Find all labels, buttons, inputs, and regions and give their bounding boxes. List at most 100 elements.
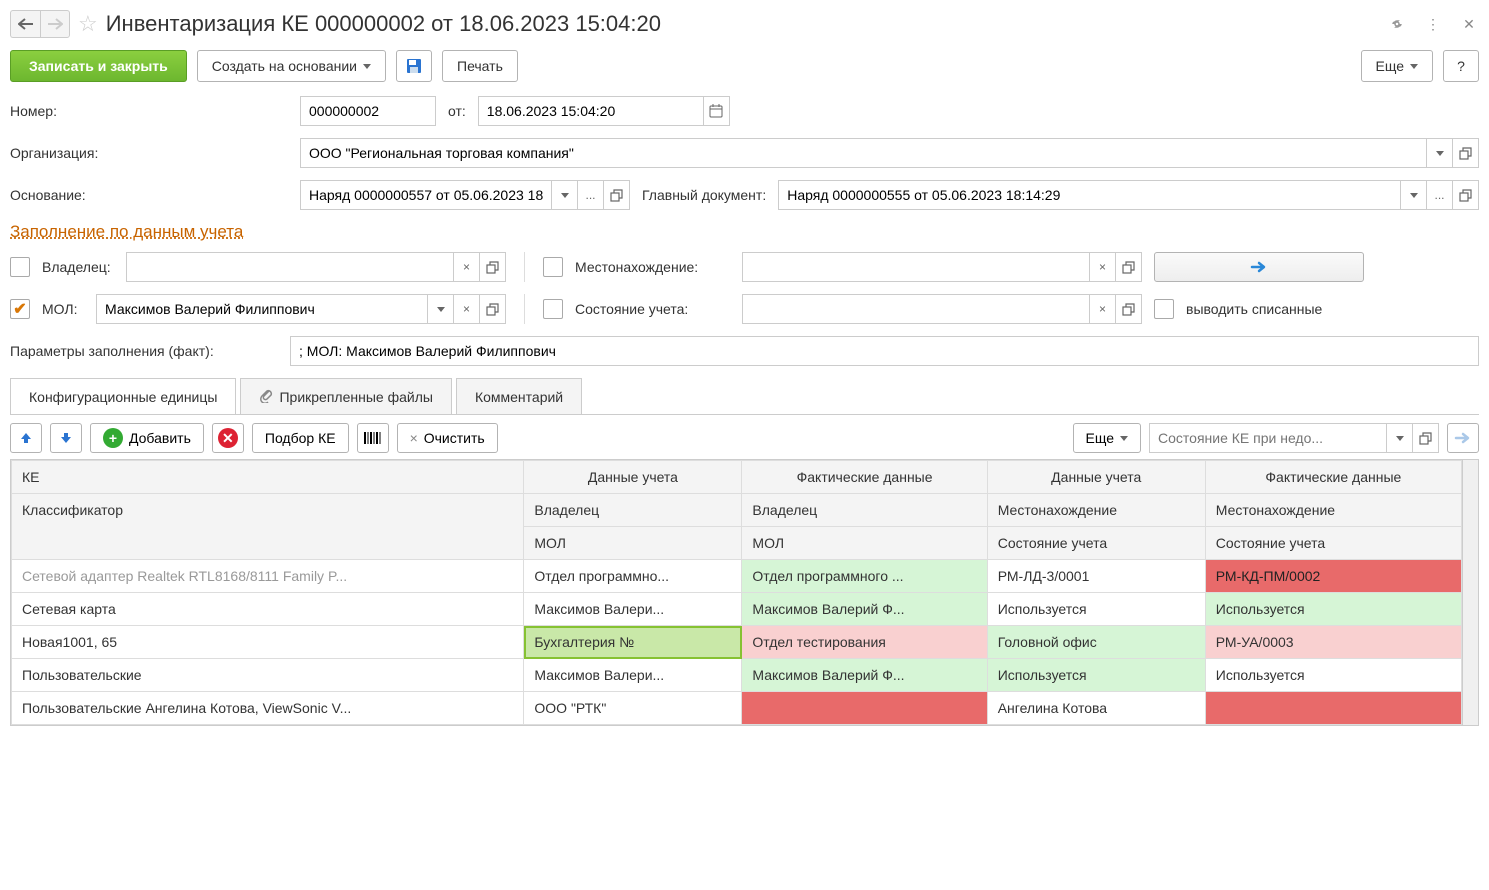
table-row[interactable]: Новая1001, 65Бухгалтерия №Отдел тестиров… [12,626,1462,659]
cell-ke[interactable]: Пользовательские Ангелина Котова, ViewSo… [12,692,524,725]
apply-filter-button[interactable] [1154,252,1364,282]
cell-fact-loc[interactable]: РМ-КД-ПМ/0002 [1205,560,1461,593]
open-icon[interactable] [480,294,506,324]
th-acc2[interactable]: Данные учета [987,461,1205,494]
cell-fact-owner[interactable]: Отдел тестирования [742,626,987,659]
save-close-button[interactable]: Записать и закрыть [10,50,187,82]
th-acc[interactable]: Данные учета [524,461,742,494]
th-loc-fact[interactable]: Местонахождение [1205,494,1461,527]
link-icon[interactable] [1387,14,1407,34]
show-written-off-checkbox[interactable] [1154,299,1174,319]
th-owner-acc[interactable]: Владелец [524,494,742,527]
dropdown-icon[interactable] [428,294,454,324]
table-more-button[interactable]: Еще [1073,423,1142,453]
create-based-button[interactable]: Создать на основании [197,50,386,82]
ellipsis-icon[interactable]: ... [1427,180,1453,210]
mol-input[interactable] [96,294,428,324]
table-row[interactable]: Сетевая картаМаксимов Валери...Максимов … [12,593,1462,626]
dropdown-icon[interactable] [1387,423,1413,453]
tab-comment[interactable]: Комментарий [456,378,582,414]
barcode-button[interactable] [357,423,389,453]
th-loc-acc[interactable]: Местонахождение [987,494,1205,527]
print-button[interactable]: Печать [442,50,518,82]
cell-fact-status[interactable]: Используется [1205,659,1461,692]
fill-by-data-link[interactable]: Заполнение по данным учета [10,222,243,246]
owner-checkbox[interactable] [10,257,30,277]
th-owner-fact[interactable]: Владелец [742,494,987,527]
status-ke-input[interactable] [1149,423,1387,453]
cell-fact-mol[interactable]: Максимов Валерий Ф... [742,593,987,626]
clear-icon[interactable]: × [1090,252,1116,282]
cell-fact-loc[interactable] [1205,692,1461,725]
tab-files[interactable]: Прикрепленные файлы [240,378,451,414]
owner-input[interactable] [126,252,454,282]
dropdown-icon[interactable] [552,180,578,210]
kebab-menu-icon[interactable]: ⋮ [1423,14,1443,34]
forward-button[interactable] [40,10,70,38]
th-mol-fact[interactable]: МОЛ [742,527,987,560]
params-input[interactable] [290,336,1479,366]
add-button[interactable]: + Добавить [90,423,204,453]
back-button[interactable] [10,10,40,38]
table-row[interactable]: Сетевой адаптер Realtek RTL8168/8111 Fam… [12,560,1462,593]
table-row[interactable]: ПользовательскиеМаксимов Валери...Максим… [12,659,1462,692]
th-status-fact[interactable]: Состояние учета [1205,527,1461,560]
table-scrollbar[interactable] [1462,460,1478,725]
cell-acc-owner[interactable]: Отдел программно... [524,560,742,593]
open-icon[interactable] [1413,423,1439,453]
th-ke[interactable]: КЕ [12,461,524,494]
apply-status-button[interactable] [1447,423,1479,453]
clear-button[interactable]: × Очистить [397,423,498,453]
cell-acc-loc[interactable]: Ангелина Котова [987,692,1205,725]
th-mol-acc[interactable]: МОЛ [524,527,742,560]
main-doc-input[interactable] [778,180,1401,210]
open-icon[interactable] [1453,138,1479,168]
cell-classifier[interactable]: Пользовательские [12,659,524,692]
number-input[interactable] [300,96,436,126]
mol-checkbox[interactable] [10,299,30,319]
th-fact[interactable]: Фактические данные [742,461,987,494]
cell-ke[interactable]: Новая1001, 65 [12,626,524,659]
open-icon[interactable] [604,180,630,210]
move-up-button[interactable] [10,423,42,453]
calendar-icon[interactable] [704,96,730,126]
cell-acc-owner[interactable]: ООО "РТК" [524,692,742,725]
clear-icon[interactable]: × [1090,294,1116,324]
status-input[interactable] [742,294,1090,324]
cell-acc-mol[interactable]: Максимов Валери... [524,659,742,692]
open-icon[interactable] [1453,180,1479,210]
clear-icon[interactable]: × [454,294,480,324]
open-icon[interactable] [480,252,506,282]
cell-fact-mol[interactable]: Максимов Валерий Ф... [742,659,987,692]
open-icon[interactable] [1116,294,1142,324]
help-button[interactable]: ? [1443,50,1479,82]
cell-acc-owner[interactable]: Бухгалтерия № [524,626,742,659]
org-input[interactable] [300,138,1427,168]
cell-acc-status[interactable]: Используется [987,593,1205,626]
cell-acc-mol[interactable]: Максимов Валери... [524,593,742,626]
ellipsis-icon[interactable]: ... [578,180,604,210]
cell-fact-owner[interactable] [742,692,987,725]
th-fact2[interactable]: Фактические данные [1205,461,1461,494]
select-ke-button[interactable]: Подбор КЕ [252,423,349,453]
close-icon[interactable]: ✕ [1459,14,1479,34]
basis-input[interactable] [300,180,552,210]
cell-fact-status[interactable]: Используется [1205,593,1461,626]
move-down-button[interactable] [50,423,82,453]
dropdown-icon[interactable] [1401,180,1427,210]
more-button[interactable]: Еще [1361,50,1434,82]
favorite-star-icon[interactable]: ☆ [78,11,98,37]
cell-acc-loc[interactable]: РМ-ЛД-3/0001 [987,560,1205,593]
location-checkbox[interactable] [543,257,563,277]
th-classifier[interactable]: Классификатор [12,494,524,560]
open-icon[interactable] [1116,252,1142,282]
cell-classifier[interactable]: Сетевая карта [12,593,524,626]
delete-button[interactable]: ✕ [212,423,244,453]
cell-acc-status[interactable]: Используется [987,659,1205,692]
location-input[interactable] [742,252,1090,282]
tab-config-units[interactable]: Конфигурационные единицы [10,378,236,414]
date-input[interactable] [478,96,704,126]
cell-fact-owner[interactable]: Отдел программного ... [742,560,987,593]
status-checkbox[interactable] [543,299,563,319]
save-button[interactable] [396,50,432,82]
